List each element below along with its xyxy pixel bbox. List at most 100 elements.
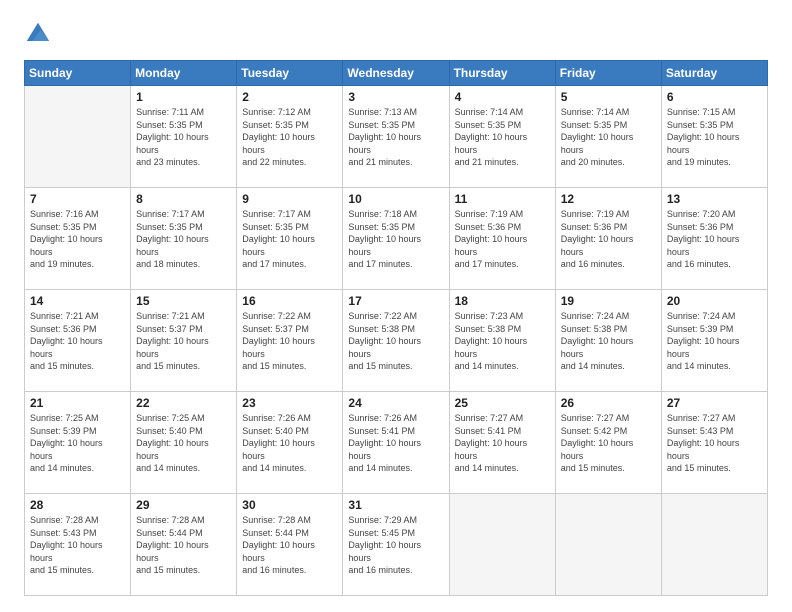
calendar-cell: 10 Sunrise: 7:18 AMSunset: 5:35 PMDayligh… (343, 188, 449, 290)
calendar-cell: 25Sunrise: 7:27 AMSunset: 5:41 PMDayligh… (449, 392, 555, 494)
day-info: Sunrise: 7:11 AMSunset: 5:35 PMDaylight:… (136, 106, 231, 169)
logo (24, 20, 56, 48)
calendar-cell: 11 Sunrise: 7:19 AMSunset: 5:36 PMDayligh… (449, 188, 555, 290)
calendar-cell: 27 Sunrise: 7:27 AMSunset: 5:43 PMDayligh… (661, 392, 767, 494)
day-info: Sunrise: 7:19 AMSunset: 5:36 PMDaylight:… (561, 208, 656, 271)
day-number: 18 (455, 294, 550, 308)
day-number: 15 (136, 294, 231, 308)
calendar-cell (555, 494, 661, 596)
day-number: 26 (561, 396, 656, 410)
day-info: Sunrise: 7:24 AMSunset: 5:39 PMDaylight:… (667, 310, 762, 373)
day-info: Sunrise: 7:12 AMSunset: 5:35 PMDaylight:… (242, 106, 337, 169)
day-number: 4 (455, 90, 550, 104)
day-number: 8 (136, 192, 231, 206)
calendar-cell: 19 Sunrise: 7:24 AMSunset: 5:38 PMDayligh… (555, 290, 661, 392)
day-number: 23 (242, 396, 337, 410)
day-number: 20 (667, 294, 762, 308)
calendar-cell: 2Sunrise: 7:12 AMSunset: 5:35 PMDaylight… (237, 86, 343, 188)
day-info: Sunrise: 7:19 AMSunset: 5:36 PMDaylight:… (455, 208, 550, 271)
day-info: Sunrise: 7:14 AMSunset: 5:35 PMDaylight:… (561, 106, 656, 169)
day-info: Sunrise: 7:24 AMSunset: 5:38 PMDaylight:… (561, 310, 656, 373)
calendar-cell: 5 Sunrise: 7:14 AMSunset: 5:35 PMDaylight… (555, 86, 661, 188)
day-info: Sunrise: 7:28 AMSunset: 5:44 PMDaylight:… (136, 514, 231, 577)
week-row-1: 1 Sunrise: 7:11 AMSunset: 5:35 PMDaylight… (25, 86, 768, 188)
day-info: Sunrise: 7:18 AMSunset: 5:35 PMDaylight:… (348, 208, 443, 271)
day-number: 10 (348, 192, 443, 206)
weekday-wednesday: Wednesday (343, 61, 449, 86)
day-number: 19 (561, 294, 656, 308)
day-number: 31 (348, 498, 443, 512)
week-row-5: 28 Sunrise: 7:28 AMSunset: 5:43 PMDayligh… (25, 494, 768, 596)
weekday-tuesday: Tuesday (237, 61, 343, 86)
day-info: Sunrise: 7:16 AMSunset: 5:35 PMDaylight:… (30, 208, 125, 271)
page: SundayMondayTuesdayWednesdayThursdayFrid… (0, 0, 792, 612)
day-info: Sunrise: 7:22 AMSunset: 5:37 PMDaylight:… (242, 310, 337, 373)
day-number: 21 (30, 396, 125, 410)
day-info: Sunrise: 7:23 AMSunset: 5:38 PMDaylight:… (455, 310, 550, 373)
calendar-cell: 26 Sunrise: 7:27 AMSunset: 5:42 PMDayligh… (555, 392, 661, 494)
day-info: Sunrise: 7:26 AMSunset: 5:40 PMDaylight:… (242, 412, 337, 475)
calendar-table: SundayMondayTuesdayWednesdayThursdayFrid… (24, 60, 768, 596)
header (24, 20, 768, 48)
week-row-3: 14Sunrise: 7:21 AMSunset: 5:36 PMDayligh… (25, 290, 768, 392)
calendar-cell: 30 Sunrise: 7:28 AMSunset: 5:44 PMDayligh… (237, 494, 343, 596)
calendar-cell: 4 Sunrise: 7:14 AMSunset: 5:35 PMDaylight… (449, 86, 555, 188)
day-info: Sunrise: 7:27 AMSunset: 5:42 PMDaylight:… (561, 412, 656, 475)
weekday-header-row: SundayMondayTuesdayWednesdayThursdayFrid… (25, 61, 768, 86)
calendar-cell: 22Sunrise: 7:25 AMSunset: 5:40 PMDayligh… (131, 392, 237, 494)
day-number: 28 (30, 498, 125, 512)
calendar-cell: 18 Sunrise: 7:23 AMSunset: 5:38 PMDayligh… (449, 290, 555, 392)
day-number: 7 (30, 192, 125, 206)
calendar-cell: 29Sunrise: 7:28 AMSunset: 5:44 PMDayligh… (131, 494, 237, 596)
day-info: Sunrise: 7:13 AMSunset: 5:35 PMDaylight:… (348, 106, 443, 169)
day-info: Sunrise: 7:27 AMSunset: 5:43 PMDaylight:… (667, 412, 762, 475)
day-number: 9 (242, 192, 337, 206)
day-number: 27 (667, 396, 762, 410)
calendar-cell (449, 494, 555, 596)
day-number: 1 (136, 90, 231, 104)
weekday-sunday: Sunday (25, 61, 131, 86)
calendar-cell: 12 Sunrise: 7:19 AMSunset: 5:36 PMDayligh… (555, 188, 661, 290)
day-info: Sunrise: 7:28 AMSunset: 5:43 PMDaylight:… (30, 514, 125, 577)
calendar-cell: 6 Sunrise: 7:15 AMSunset: 5:35 PMDaylight… (661, 86, 767, 188)
calendar-cell: 15 Sunrise: 7:21 AMSunset: 5:37 PMDayligh… (131, 290, 237, 392)
day-number: 30 (242, 498, 337, 512)
day-info: Sunrise: 7:28 AMSunset: 5:44 PMDaylight:… (242, 514, 337, 577)
weekday-saturday: Saturday (661, 61, 767, 86)
day-info: Sunrise: 7:17 AMSunset: 5:35 PMDaylight:… (242, 208, 337, 271)
calendar-cell: 31Sunrise: 7:29 AMSunset: 5:45 PMDayligh… (343, 494, 449, 596)
weekday-monday: Monday (131, 61, 237, 86)
calendar-cell: 28 Sunrise: 7:28 AMSunset: 5:43 PMDayligh… (25, 494, 131, 596)
day-info: Sunrise: 7:26 AMSunset: 5:41 PMDaylight:… (348, 412, 443, 475)
day-number: 6 (667, 90, 762, 104)
calendar-cell: 1 Sunrise: 7:11 AMSunset: 5:35 PMDaylight… (131, 86, 237, 188)
calendar-cell: 13 Sunrise: 7:20 AMSunset: 5:36 PMDayligh… (661, 188, 767, 290)
week-row-4: 21Sunrise: 7:25 AMSunset: 5:39 PMDayligh… (25, 392, 768, 494)
day-info: Sunrise: 7:17 AMSunset: 5:35 PMDaylight:… (136, 208, 231, 271)
logo-icon (24, 20, 52, 48)
day-info: Sunrise: 7:20 AMSunset: 5:36 PMDaylight:… (667, 208, 762, 271)
calendar-cell (25, 86, 131, 188)
day-number: 13 (667, 192, 762, 206)
day-number: 17 (348, 294, 443, 308)
day-number: 5 (561, 90, 656, 104)
day-info: Sunrise: 7:27 AMSunset: 5:41 PMDaylight:… (455, 412, 550, 475)
day-number: 3 (348, 90, 443, 104)
day-info: Sunrise: 7:15 AMSunset: 5:35 PMDaylight:… (667, 106, 762, 169)
calendar-cell (661, 494, 767, 596)
day-info: Sunrise: 7:25 AMSunset: 5:40 PMDaylight:… (136, 412, 231, 475)
calendar-cell: 16Sunrise: 7:22 AMSunset: 5:37 PMDayligh… (237, 290, 343, 392)
day-number: 11 (455, 192, 550, 206)
calendar-cell: 8 Sunrise: 7:17 AMSunset: 5:35 PMDaylight… (131, 188, 237, 290)
day-number: 14 (30, 294, 125, 308)
calendar-cell: 24 Sunrise: 7:26 AMSunset: 5:41 PMDayligh… (343, 392, 449, 494)
day-info: Sunrise: 7:21 AMSunset: 5:37 PMDaylight:… (136, 310, 231, 373)
calendar-cell: 3 Sunrise: 7:13 AMSunset: 5:35 PMDaylight… (343, 86, 449, 188)
day-number: 24 (348, 396, 443, 410)
day-info: Sunrise: 7:14 AMSunset: 5:35 PMDaylight:… (455, 106, 550, 169)
calendar-cell: 21Sunrise: 7:25 AMSunset: 5:39 PMDayligh… (25, 392, 131, 494)
calendar-cell: 14Sunrise: 7:21 AMSunset: 5:36 PMDayligh… (25, 290, 131, 392)
calendar-cell: 20 Sunrise: 7:24 AMSunset: 5:39 PMDayligh… (661, 290, 767, 392)
calendar-cell: 7 Sunrise: 7:16 AMSunset: 5:35 PMDaylight… (25, 188, 131, 290)
day-number: 12 (561, 192, 656, 206)
